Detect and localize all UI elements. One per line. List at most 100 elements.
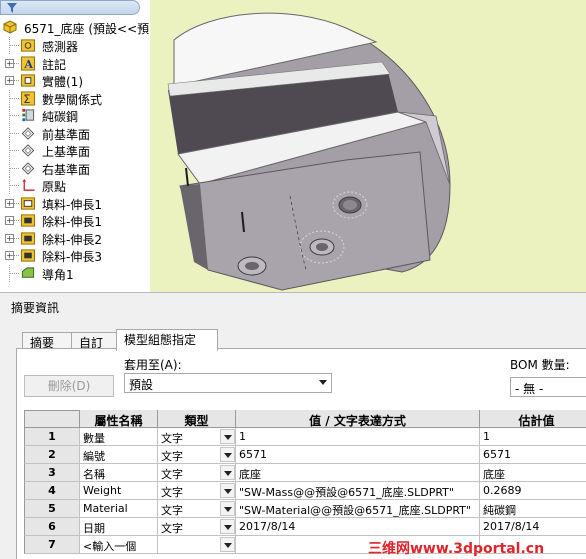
tree-item[interactable]: 純碳鋼 bbox=[0, 107, 150, 124]
tree-item[interactable]: 原點 bbox=[0, 177, 150, 194]
property-name-cell[interactable]: <輸入一個 bbox=[80, 536, 158, 554]
part-model-view[interactable] bbox=[150, 0, 586, 292]
table-row[interactable]: 2 編號 文字 6571 6571 bbox=[24, 446, 586, 464]
annotation-icon: A bbox=[20, 55, 36, 71]
type-dropdown-arrow-icon[interactable] bbox=[220, 501, 235, 516]
tree-connector bbox=[10, 45, 19, 46]
bom-quantity-label: BOM 數量: bbox=[510, 358, 570, 372]
dialog-tab-panel: 套用至(A): 預設 刪除(D) BOM 數量: - 無 - 屬性名稱 類型值 /… bbox=[16, 348, 586, 559]
value-expression-cell[interactable]: 1 bbox=[236, 428, 480, 446]
value-expression-cell[interactable]: "SW-Material@@預設@6571_底座.SLDPRT" bbox=[236, 500, 480, 518]
tree-item[interactable]: + 填料-伸長1 bbox=[0, 195, 150, 212]
type-dropdown-arrow-icon[interactable] bbox=[220, 429, 235, 444]
type-dropdown-arrow-icon[interactable] bbox=[220, 465, 235, 480]
tree-item[interactable]: + 除料-伸長2 bbox=[0, 230, 150, 247]
tree-item[interactable]: + 實體(1) bbox=[0, 72, 150, 89]
tree-connector bbox=[10, 237, 19, 239]
delete-button[interactable]: 刪除(D) bbox=[24, 375, 114, 397]
dialog-title: 摘要資訊 bbox=[11, 301, 60, 315]
graphics-viewport[interactable] bbox=[150, 0, 586, 292]
evaluated-value-cell-text: 6571 bbox=[483, 448, 511, 461]
property-name-cell-text: 名稱 bbox=[83, 468, 105, 481]
value-expression-cell[interactable]: "SW-Mass@@預設@6571_底座.SLDPRT" bbox=[236, 482, 480, 500]
type-dropdown-arrow-icon[interactable] bbox=[220, 537, 235, 552]
value-expression-cell-text: 2017/8/14 bbox=[239, 520, 296, 533]
property-name-cell[interactable]: Material bbox=[80, 500, 158, 518]
tree-item[interactable]: 前基準面 bbox=[0, 124, 150, 142]
type-cell[interactable]: 文字 bbox=[158, 500, 236, 518]
table-row[interactable]: 1 數量 文字 1 1 bbox=[24, 428, 586, 446]
table-row[interactable]: 5 Material 文字 "SW-Material@@預設@6571_底座.SLDP… bbox=[24, 500, 586, 518]
type-cell[interactable] bbox=[158, 536, 236, 554]
property-name-cell[interactable]: 日期 bbox=[80, 518, 158, 536]
tree-item-label: 除料-伸長3 bbox=[42, 250, 102, 264]
table-row[interactable]: 4 Weight 文字 "SW-Mass@@預設@6571_底座.SLDPRT" 0.2… bbox=[24, 482, 586, 500]
type-cell-text: 文字 bbox=[161, 432, 183, 445]
tree-connector bbox=[10, 167, 19, 169]
sensor-folder-icon bbox=[20, 39, 36, 52]
type-dropdown-arrow-icon[interactable] bbox=[220, 447, 235, 462]
material-icon bbox=[22, 108, 35, 122]
evaluated-value-cell: 6571 bbox=[480, 446, 586, 464]
tree-filter-bar[interactable] bbox=[0, 0, 140, 15]
table-row[interactable]: 6 日期 文字 2017/8/14 2017/8/14 bbox=[24, 518, 586, 536]
tree-connector bbox=[10, 115, 19, 116]
type-cell-text: 文字 bbox=[161, 450, 183, 463]
plane-icon bbox=[21, 161, 35, 175]
type-cell[interactable]: 文字 bbox=[158, 428, 236, 446]
row-number-text: 4 bbox=[48, 484, 56, 497]
property-name-cell[interactable]: 編號 bbox=[80, 446, 158, 464]
filter-icon bbox=[7, 3, 17, 13]
tree-item[interactable]: 右基準面 bbox=[0, 159, 150, 177]
evaluated-value-cell: 純碳鋼 bbox=[480, 500, 586, 518]
evaluated-value-cell: 2017/8/14 bbox=[480, 518, 586, 536]
tree-item[interactable]: + A 註記 bbox=[0, 55, 150, 72]
apply-to-select[interactable]: 預設 bbox=[124, 373, 332, 393]
tree-item-label: 導角1 bbox=[42, 267, 74, 282]
extrude-cut-icon bbox=[20, 249, 36, 262]
value-expression-cell[interactable]: 2017/8/14 bbox=[236, 518, 480, 536]
type-cell-text: 文字 bbox=[161, 486, 183, 499]
row-number-text: 6 bbox=[48, 520, 56, 533]
tree-item[interactable]: + 除料-伸長3 bbox=[0, 247, 150, 264]
tree-item-label: 實體(1) bbox=[42, 75, 83, 89]
chamfer-icon bbox=[21, 266, 35, 278]
row-number: 6 bbox=[24, 518, 80, 536]
tree-item[interactable]: 導角1 bbox=[0, 264, 150, 282]
chevron-down-icon bbox=[319, 380, 327, 385]
tree-item-label: 數學關係式 bbox=[42, 92, 103, 107]
tree-item[interactable]: + 除料-伸長1 bbox=[0, 212, 150, 229]
tree-item-label: 除料-伸長1 bbox=[42, 215, 102, 229]
value-expression-cell[interactable]: 6571 bbox=[236, 446, 480, 464]
property-name-cell-text: Weight bbox=[83, 484, 122, 497]
value-expression-cell-text: "SW-Material@@預設@6571_底座.SLDPRT" bbox=[239, 504, 471, 517]
watermark: 三维网www.3dportal.cn bbox=[368, 541, 545, 557]
type-cell[interactable]: 文字 bbox=[158, 482, 236, 500]
type-dropdown-arrow-icon[interactable] bbox=[220, 483, 235, 498]
property-name-cell-text: Material bbox=[83, 502, 128, 515]
type-cell[interactable]: 文字 bbox=[158, 464, 236, 482]
type-cell[interactable]: 文字 bbox=[158, 518, 236, 536]
value-expression-cell-text: "SW-Mass@@預設@6571_底座.SLDPRT" bbox=[239, 486, 454, 499]
tree-connector bbox=[10, 80, 19, 81]
property-name-cell[interactable]: Weight bbox=[80, 482, 158, 500]
type-cell[interactable]: 文字 bbox=[158, 446, 236, 464]
tab-config-specific[interactable]: 模型組態指定 bbox=[116, 329, 218, 351]
property-name-cell[interactable]: 數量 bbox=[80, 428, 158, 446]
side-hole-inner bbox=[245, 262, 259, 270]
type-dropdown-arrow-icon[interactable] bbox=[220, 519, 235, 534]
type-cell-text: 文字 bbox=[161, 504, 183, 517]
extrude-boss-icon bbox=[20, 196, 36, 210]
extrude-cut-icon bbox=[20, 214, 36, 227]
value-expression-cell[interactable]: 底座 bbox=[236, 464, 480, 482]
tree-item[interactable]: 上基準面 bbox=[0, 142, 150, 159]
bom-quantity-value: - 無 - bbox=[515, 382, 544, 396]
grid-column-header: 類型 bbox=[158, 410, 236, 428]
property-name-cell[interactable]: 名稱 bbox=[80, 464, 158, 482]
tree-item[interactable]: 感測器 bbox=[0, 37, 150, 54]
bom-quantity-select[interactable]: - 無 - bbox=[510, 377, 586, 397]
origin-icon bbox=[22, 178, 35, 191]
table-row[interactable]: 3 名稱 文字 底座 底座 bbox=[24, 464, 586, 482]
tree-item-label: 上基準面 bbox=[42, 145, 91, 159]
tree-item[interactable]: Σ 數學關係式 bbox=[0, 89, 150, 107]
